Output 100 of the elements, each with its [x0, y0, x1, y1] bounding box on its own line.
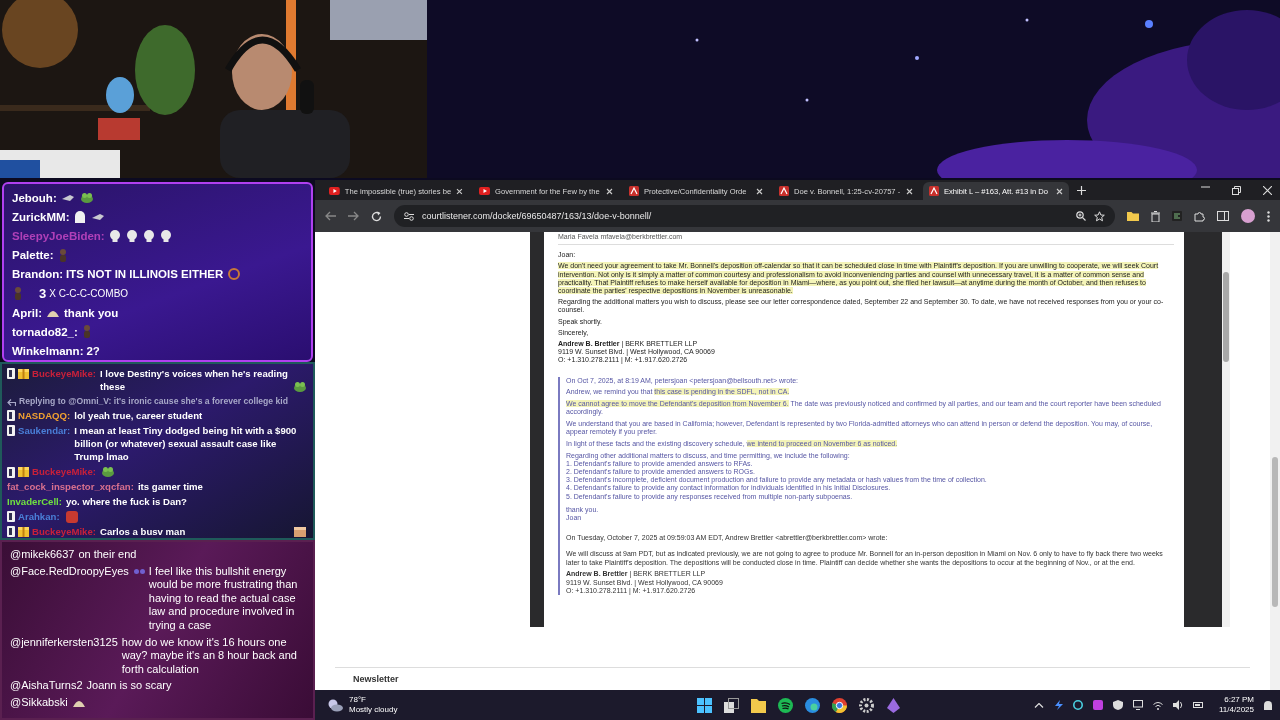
emote-icon: [65, 510, 78, 523]
weather-text: Mostly cloudy: [349, 705, 398, 715]
emote-icon: [47, 308, 60, 317]
chat-message: Carlos a busv man: [100, 524, 187, 538]
gift-icon: [18, 526, 29, 537]
chat-message: 2?: [86, 345, 100, 358]
folder-icon[interactable]: [751, 697, 767, 713]
emote-icon: [126, 229, 137, 242]
chat-username: @mikek6637: [10, 548, 75, 562]
emote-icon: [294, 526, 306, 537]
browser-icon[interactable]: [832, 697, 848, 713]
ring-icon[interactable]: [1073, 700, 1083, 710]
emote-icon: [61, 194, 74, 201]
emote-icon: [143, 229, 154, 242]
browser-icon[interactable]: [805, 697, 821, 713]
chat-username: fat_cock_inspector_xqcfan:: [7, 480, 134, 494]
chat-username: Winkelmann:: [12, 345, 84, 358]
combo-text: X C-C-C-COMBO: [49, 288, 129, 300]
battery-icon[interactable]: [1193, 702, 1203, 708]
chat-message: I feel like this bullshit energy would be more frustrating than having to read the actual case law and procedure involved in trying a case: [148, 564, 299, 633]
chat-username: SleepyJoeBiden:: [12, 229, 105, 242]
chat-username: Arahkan:: [18, 510, 60, 524]
folder-icon[interactable]: [1127, 211, 1139, 221]
app-icon[interactable]: [1093, 700, 1103, 710]
display-icon[interactable]: [1133, 700, 1143, 710]
gear-icon[interactable]: [859, 697, 875, 713]
video-icon: [479, 187, 490, 195]
close-icon[interactable]: [1263, 185, 1272, 195]
emote-icon: [160, 229, 171, 242]
chat-message: I love Destiny's voices when he's reading these: [100, 367, 289, 394]
task-view-icon[interactable]: [724, 697, 740, 713]
document-icon: [779, 186, 789, 196]
chat-username: NASDAQQ:: [18, 408, 71, 423]
minimize-icon[interactable]: [1201, 185, 1210, 188]
music-app-icon[interactable]: [778, 697, 794, 713]
chat-username: @Face.RedDroopyEyes: [10, 564, 129, 579]
badge-icon: [7, 466, 15, 478]
chat-username: April:: [12, 306, 43, 319]
emote-icon: [102, 467, 114, 478]
scrollbar[interactable]: [1222, 232, 1230, 627]
notification-icon[interactable]: [1264, 700, 1272, 710]
weather-icon: [327, 698, 343, 712]
document-icon: [929, 186, 939, 196]
reply-icon: [7, 398, 16, 406]
chat-username: @Sikkabski: [10, 695, 68, 710]
close-icon[interactable]: [906, 187, 913, 195]
clock-time: 6:27 PM: [1224, 695, 1254, 705]
restore-icon[interactable]: [1232, 185, 1241, 195]
new-tab-icon[interactable]: [1077, 185, 1086, 195]
menu-icon[interactable]: [1267, 210, 1270, 222]
forward-icon[interactable]: [348, 211, 359, 221]
wifi-icon[interactable]: [1153, 700, 1163, 710]
trash-icon[interactable]: [1151, 210, 1160, 222]
chat-username: BuckeyeMike:: [32, 465, 96, 479]
puzzle-icon[interactable]: [1194, 210, 1205, 222]
badge-icon: [7, 368, 15, 380]
badge-icon: [7, 409, 15, 421]
chat-username: @AishaTurns2: [10, 679, 83, 693]
speaker-icon[interactable]: [1173, 700, 1183, 710]
chat-username: Brandon:: [12, 268, 64, 281]
start-icon[interactable]: [697, 697, 713, 713]
chat-message: how do we know it's 16 hours one way? maybe it's an 8 hour back and forth calculation: [121, 635, 298, 677]
emote-icon: [294, 382, 306, 393]
close-icon[interactable]: [606, 187, 613, 195]
emote-icon: [109, 229, 120, 242]
emote-icon: [14, 287, 22, 301]
avatar-icon[interactable]: [1241, 209, 1255, 223]
back-icon[interactable]: [325, 211, 336, 221]
extension-icon[interactable]: [1172, 211, 1182, 221]
bolt-icon[interactable]: [1054, 700, 1063, 710]
app-icon[interactable]: [886, 697, 902, 713]
shield-icon[interactable]: [1113, 700, 1123, 710]
emote-icon: [91, 213, 104, 220]
chat-message: on their end: [78, 548, 138, 562]
close-icon[interactable]: [756, 187, 763, 195]
chat-username: ZurickMM:: [12, 210, 70, 223]
temperature: 78°F: [349, 695, 367, 705]
chat-username: Palette:: [12, 249, 54, 262]
chat-username: BuckeyeMike:: [32, 367, 96, 381]
chat-username: BuckeyeMike:: [32, 524, 96, 538]
sidebar-icon[interactable]: [1217, 211, 1229, 221]
close-icon[interactable]: [456, 187, 463, 195]
chat-username: Jebouh:: [12, 191, 57, 204]
zoom-icon[interactable]: [1076, 211, 1086, 221]
emote-icon: [82, 325, 91, 339]
chat-message: yo. where the fuck is Dan?: [65, 495, 188, 509]
chat-message: thank you: [64, 306, 119, 319]
badge-icon: [7, 526, 15, 538]
reload-icon[interactable]: [371, 210, 382, 222]
gift-icon: [18, 368, 29, 379]
chat-username: @jenniferkersten3125: [10, 635, 118, 650]
emote-icon: [80, 192, 93, 203]
chat-message: I mean at least Tiny dodged being hit with a $900 billion (or whatever) sexual assault case like Trump lmao: [74, 423, 298, 464]
address-bar[interactable]: courtlistener.com/docket/69650487/163/13/doe-v-bonnell/: [394, 205, 1115, 227]
star-icon[interactable]: [1094, 210, 1105, 222]
close-icon[interactable]: [1056, 187, 1063, 195]
scrollbar[interactable]: [1270, 232, 1280, 690]
caret-icon[interactable]: [1034, 702, 1044, 708]
chat-message: Joann is so scary: [86, 679, 173, 693]
site-info-icon[interactable]: [404, 211, 414, 221]
